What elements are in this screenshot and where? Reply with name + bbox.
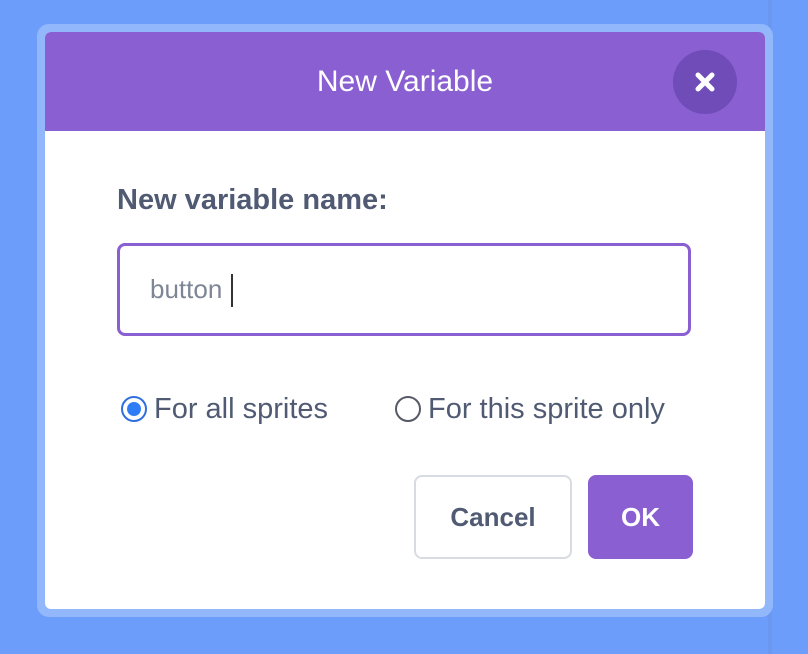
radio-unchecked-icon[interactable] [395, 396, 421, 422]
radio-label-this-sprite-only: For this sprite only [428, 392, 665, 425]
radio-label-all-sprites: For all sprites [154, 392, 329, 425]
radio-checked-icon[interactable] [121, 396, 147, 422]
radio-for-this-sprite-only[interactable]: For this sprite only [395, 389, 665, 429]
variable-name-label: New variable name: [117, 184, 388, 216]
variable-name-input[interactable] [117, 243, 691, 336]
cancel-button[interactable]: Cancel [414, 475, 572, 559]
radio-for-all-sprites[interactable]: For all sprites [121, 389, 328, 429]
text-caret [231, 274, 233, 307]
ok-button[interactable]: OK [588, 475, 693, 559]
dialog-header: New Variable [45, 32, 765, 131]
close-icon [695, 72, 715, 92]
close-button[interactable] [673, 50, 737, 114]
new-variable-dialog: New Variable New variable name: For all … [45, 32, 765, 609]
dialog-title: New Variable [316, 65, 494, 98]
